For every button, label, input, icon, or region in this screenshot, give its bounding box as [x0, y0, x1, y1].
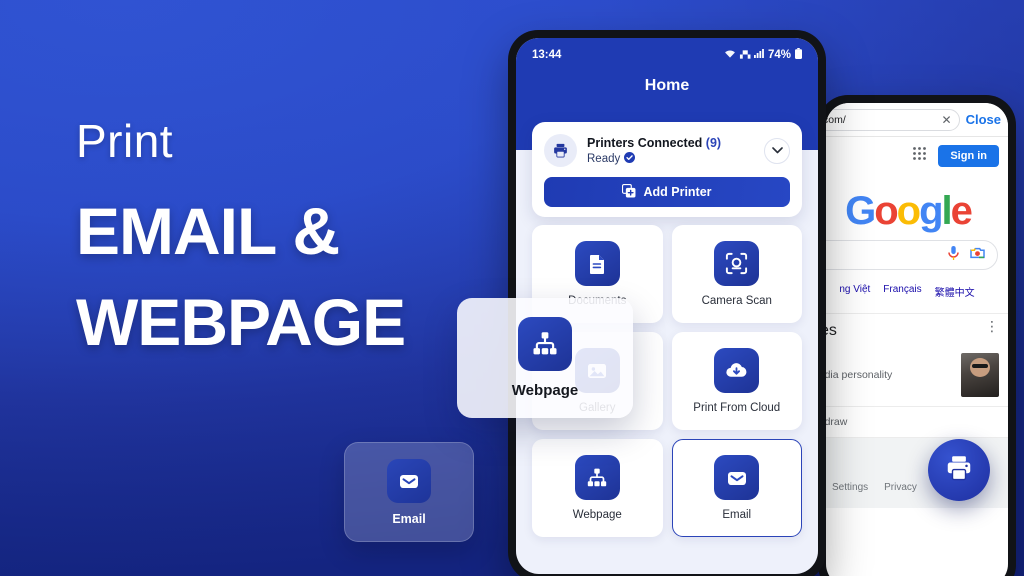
google-logo-letter: G — [845, 189, 876, 233]
print-fab-button[interactable] — [928, 439, 990, 501]
add-printer-button[interactable]: Add Printer — [544, 177, 790, 207]
check-badge-icon — [624, 151, 636, 166]
person-photo-thumbnail — [961, 353, 999, 397]
chevron-down-icon[interactable] — [764, 137, 790, 164]
google-search-input[interactable] — [826, 240, 998, 270]
tile-webpage[interactable]: Webpage — [532, 439, 663, 537]
scan-frame-icon — [714, 241, 760, 286]
google-header-nav: Sign in — [826, 137, 1008, 171]
close-icon[interactable]: ✕ — [942, 113, 952, 127]
google-logo: Google — [826, 189, 1008, 234]
grid-apps-icon[interactable] — [912, 146, 927, 166]
printer-status-card[interactable]: Printers Connected (9) Ready Add Printer — [532, 122, 802, 217]
hero-text-block: Print EMAIL & WEBPAGE — [76, 115, 406, 368]
tile-label: Email — [722, 509, 752, 521]
google-sign-in-button[interactable]: Sign in — [938, 145, 999, 167]
document-icon — [574, 241, 620, 286]
printer-status-text: Printers Connected (9) Ready — [587, 136, 754, 166]
results-section-title: es — [826, 322, 837, 339]
results-section-header: es ⋮ — [826, 314, 1008, 344]
floating-webpage-label: Webpage — [511, 382, 579, 399]
tile-camera-scan[interactable]: Camera Scan — [671, 225, 802, 323]
list-item[interactable]: nd draw — [826, 407, 1008, 438]
page-title: Home — [644, 77, 690, 94]
floating-email-card[interactable]: Email — [344, 442, 474, 542]
result-item-text: nd draw — [826, 416, 848, 428]
result-item-text: media personality — [826, 369, 893, 381]
wifi-icon — [724, 49, 736, 62]
printer-connected-label: Printers Connected — [587, 135, 703, 150]
browser-close-button[interactable]: Close — [966, 112, 1001, 127]
tile-label: Camera Scan — [701, 295, 772, 307]
floating-webpage-card[interactable]: Webpage — [457, 298, 633, 418]
kebab-menu-icon[interactable]: ⋮ — [985, 319, 999, 334]
footer-link-privacy[interactable]: Privacy — [884, 482, 917, 493]
floating-email-label: Email — [392, 511, 426, 526]
printer-status-title: Printers Connected (9) — [587, 136, 754, 150]
status-bar-battery-text: 74% — [767, 49, 791, 61]
envelope-icon — [387, 458, 431, 503]
printer-status-row: Printers Connected (9) Ready — [544, 134, 790, 167]
phone-browser-screen: com/ ✕ Close Sign in — [826, 103, 1008, 576]
status-bar-time: 13:44 — [532, 49, 562, 61]
language-link[interactable]: 繁體中文 — [935, 284, 975, 299]
promo-banner: Print EMAIL & WEBPAGE Email com/ ✕ Close — [0, 0, 1024, 576]
sitemap-icon — [574, 455, 620, 500]
tile-label: Print From Cloud — [693, 402, 781, 414]
add-box-icon — [622, 183, 636, 201]
tile-label: Webpage — [572, 509, 622, 521]
google-logo-letter: e — [950, 189, 973, 233]
status-bar: 13:44 ▞▚ 74% — [516, 38, 818, 62]
signal-bars-icon — [753, 49, 764, 61]
browser-toolbar: com/ ✕ Close — [826, 103, 1008, 137]
google-logo-letter: o — [896, 189, 921, 233]
google-logo-letter: l — [941, 189, 953, 233]
status-bar-icons: ▞▚ 74% — [724, 48, 802, 62]
tile-email[interactable]: Email — [671, 439, 802, 537]
hero-headline-line-1: EMAIL & — [76, 194, 340, 268]
google-logo-letter: o — [874, 189, 898, 233]
printer-icon — [544, 134, 577, 167]
list-item[interactable]: media personality — [826, 344, 1008, 407]
tile-print-from-cloud[interactable]: Print From Cloud — [671, 332, 802, 430]
sitemap-icon — [518, 317, 572, 371]
printer-ready-label: Ready — [587, 152, 621, 165]
google-logo-letter: g — [919, 189, 943, 233]
google-language-links: ng Việt Français 繁體中文 — [826, 284, 1008, 299]
signal-alt-icon: ▞▚ — [740, 51, 750, 59]
envelope-icon — [714, 455, 760, 500]
language-link[interactable]: Français — [883, 284, 921, 299]
phone-browser-device: com/ ✕ Close Sign in — [818, 95, 1016, 576]
hero-headline-line-2: WEBPAGE — [76, 285, 406, 360]
printer-ready-row: Ready — [587, 151, 754, 166]
microphone-icon[interactable] — [947, 245, 960, 266]
printer-connected-count: (9) — [705, 135, 722, 150]
hero-eyebrow: Print — [76, 115, 174, 167]
footer-link-settings[interactable]: Settings — [832, 482, 868, 493]
add-printer-label: Add Printer — [643, 185, 712, 199]
cloud-download-icon — [714, 348, 760, 393]
battery-icon — [795, 48, 802, 62]
hero-headline: EMAIL & WEBPAGE — [76, 186, 406, 368]
language-link[interactable]: ng Việt — [839, 284, 870, 299]
browser-url-bar[interactable]: com/ ✕ — [826, 108, 960, 131]
printer-icon — [944, 453, 974, 488]
camera-lens-icon[interactable] — [970, 246, 985, 265]
browser-url-text: com/ — [826, 113, 846, 126]
